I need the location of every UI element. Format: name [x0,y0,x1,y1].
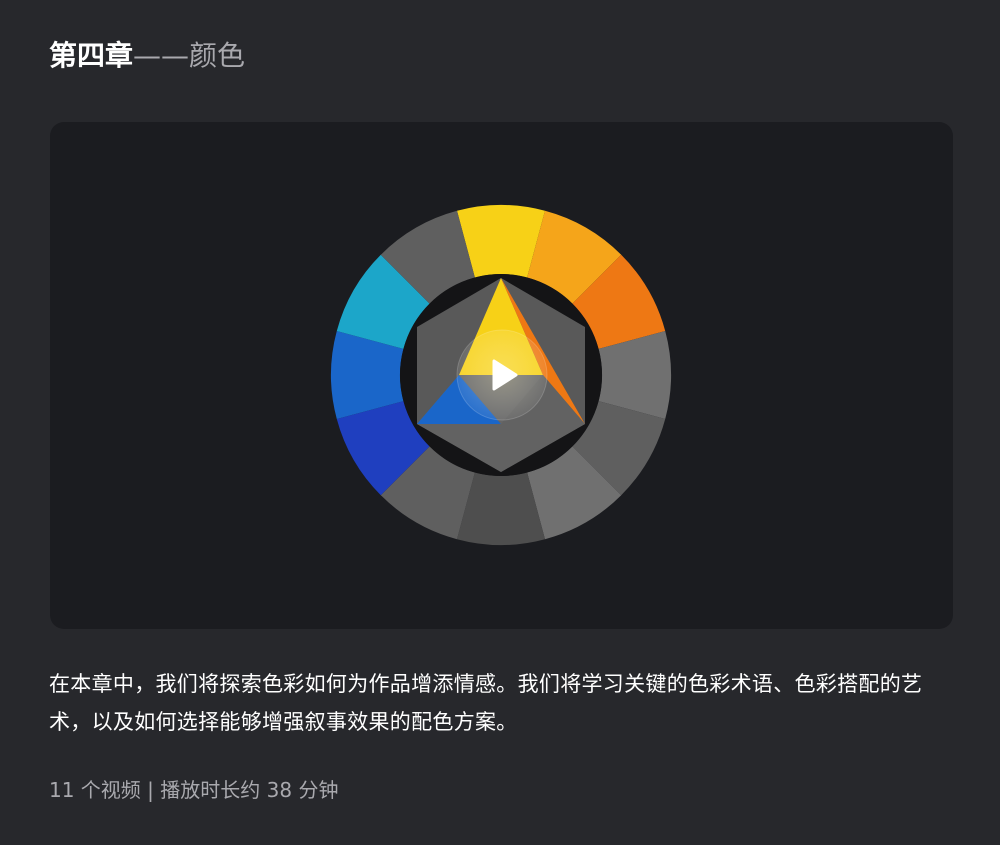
chapter-title-dash: —— [133,39,190,72]
chapter-description: 在本章中，我们将探索色彩如何为作品增添情感。我们将学习关键的色彩术语、色彩搭配的… [49,672,923,734]
chapter-page: 第四章——颜色 在本章中，我们将探索色彩如何为作品增添情感。我们将学习关键的色彩… [0,0,1000,845]
video-count: 11 个视频 [49,778,141,802]
chapter-meta: 11 个视频 | 播放时长约 38 分钟 [49,775,338,805]
video-duration: 播放时长约 38 分钟 [160,778,339,802]
chapter-title-sub: 颜色 [189,39,246,72]
meta-separator: | [147,778,154,802]
chapter-title: 第四章——颜色 [49,36,245,76]
video-player-thumbnail[interactable] [50,122,953,629]
chapter-title-main: 第四章 [49,39,134,72]
color-wheel-icon [331,205,671,545]
